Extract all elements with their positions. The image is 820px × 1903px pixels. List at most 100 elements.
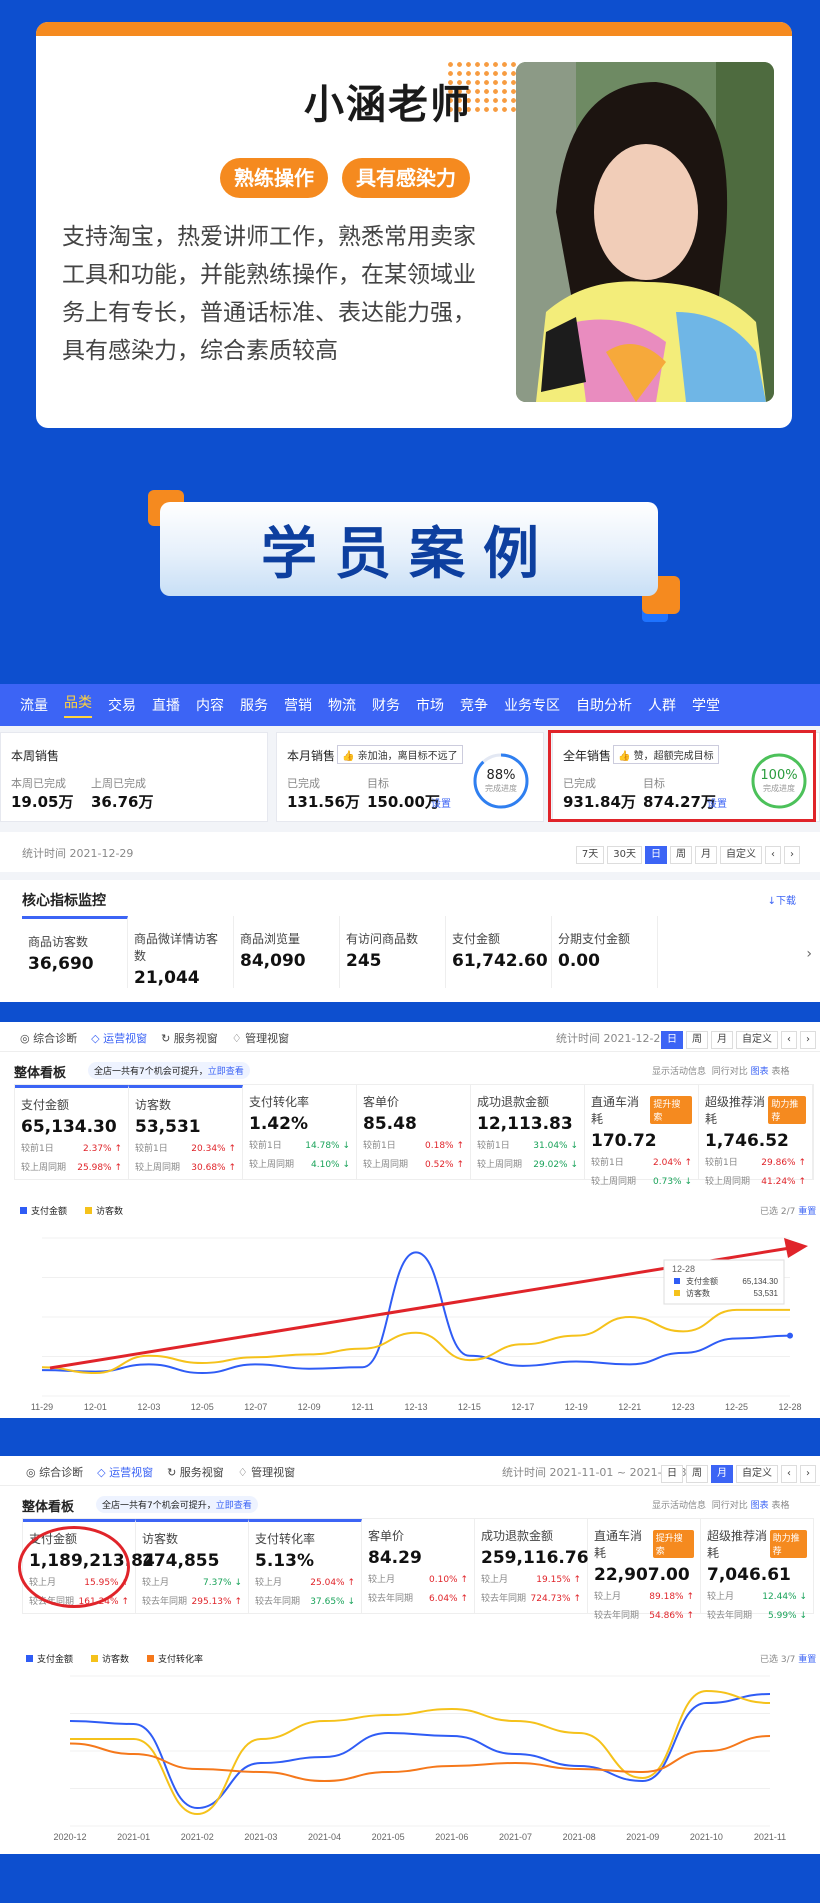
range-button[interactable]: 日 [645, 846, 667, 864]
nav-item[interactable]: 服务 [240, 695, 268, 715]
kpi-card[interactable]: 超级推荐消耗 助力推荐 7,046.61 较上月 12.44% ↓ 较去年同期 5.99% … [701, 1519, 814, 1621]
kpi-card[interactable]: 直通车消耗 提升搜索 22,907.00 较上月 89.18% ↑ 较去年同期 54.86%… [588, 1519, 701, 1621]
kpi-chip[interactable]: 提升搜索 [650, 1096, 692, 1124]
compare-value: 2.04% ↑ [653, 1158, 692, 1168]
teacher-description: 支持淘宝，热爱讲师工作，熟悉常用卖家工具和功能，并能熟练操作，在某领域业务上有专… [62, 224, 476, 364]
chevron-right-icon[interactable]: › [800, 1031, 816, 1049]
metric-value: 0.00 [558, 951, 600, 971]
nav-item[interactable]: 营销 [284, 695, 312, 715]
range-button[interactable]: 月 [711, 1465, 733, 1483]
legend-item[interactable]: 支付金额 [20, 1207, 67, 1217]
view-tab[interactable]: ↻ 服务视窗 [161, 1030, 218, 1046]
kpi-card[interactable]: 客单价 84.29 较上月 0.10% ↑ 较去年同期 6.04% ↑ [362, 1519, 475, 1613]
peer-compare-toggle[interactable]: 同行对比 [712, 1067, 748, 1077]
view-tab[interactable]: ◇ 运营视窗 [97, 1464, 153, 1480]
hint-link[interactable]: 立即查看 [208, 1067, 244, 1077]
range-button[interactable]: 日 [661, 1465, 683, 1483]
reset-link[interactable]: 重置 [798, 1655, 816, 1665]
nav-item[interactable]: 物流 [328, 695, 356, 715]
nav-item[interactable]: 流量 [20, 695, 48, 715]
chevron-right-icon[interactable]: › [784, 846, 800, 864]
kpi-card[interactable]: 支付转化率 1.42% 较前1日 14.78% ↓ 较上周同期 4.10% ↓ [243, 1085, 357, 1179]
monthly-trend-chart: 2020-12 2021-01 2021-02 2021-03 2021-04 2021-… [53, 1675, 786, 1842]
daily-trend-chart: 11-29 12-01 12-03 12-05 12-07 12-09 12-11 12-13… [31, 1237, 808, 1412]
kpi-card[interactable]: 客单价 85.48 较前1日 0.18% ↑ 较上周同期 0.52% ↑ [357, 1085, 471, 1179]
kpi-chip[interactable]: 助力推荐 [768, 1096, 806, 1124]
chevron-right-icon[interactable]: › [806, 946, 812, 962]
chart-view-toggle[interactable]: 图表 [751, 1501, 769, 1511]
kpi-card[interactable]: 成功退款金额 259,116.76 较上月 19.15% ↑ 较去年同期 724.73% … [475, 1519, 589, 1613]
kpi-chip[interactable]: 提升搜索 [652, 1530, 694, 1558]
view-tab[interactable]: ♢ 管理视窗 [232, 1030, 289, 1046]
view-tab[interactable]: ◇ 运营视窗 [91, 1030, 147, 1046]
range-button[interactable]: 月 [695, 846, 717, 864]
kpi-card[interactable]: 访客数 53,531 较前1日 20.34% ↑ 较上周同期 30.68% ↑ [129, 1085, 243, 1179]
nav-item[interactable]: 直播 [152, 695, 180, 715]
nav-item[interactable]: 品类 [64, 692, 92, 718]
view-tab[interactable]: ♢ 管理视窗 [238, 1464, 295, 1480]
nav-item[interactable]: 人群 [648, 695, 676, 715]
metric-card[interactable]: 商品访客数 36,690 [22, 916, 128, 988]
range-button[interactable]: 7天 [575, 846, 605, 864]
view-tab[interactable]: ◎ 综合诊断 [26, 1464, 83, 1480]
range-button[interactable]: 自定义 [736, 1465, 778, 1483]
nav-item[interactable]: 财务 [372, 695, 400, 715]
nav-item[interactable]: 交易 [108, 695, 136, 715]
range-button[interactable]: 自定义 [720, 846, 762, 864]
kpi-card[interactable]: 访客数 274,855 较上月 7.37% ↓ 较去年同期 295.13% ↑ [136, 1519, 249, 1613]
kpi-card[interactable]: 支付金额 65,134.30 较前1日 2.37% ↑ 较上周同期 25.98% ↑ [15, 1085, 129, 1179]
nav-item[interactable]: 内容 [196, 695, 224, 715]
legend-label: 支付金额 [37, 1655, 74, 1665]
legend-item[interactable]: 支付转化率 [147, 1655, 203, 1665]
metric-card[interactable]: 商品微详情访客数 21,044 [128, 916, 234, 988]
range-button[interactable]: 自定义 [736, 1031, 778, 1049]
show-activity-toggle[interactable]: 显示活动信息 [652, 1501, 706, 1511]
range-button[interactable]: 日 [661, 1031, 683, 1049]
metric-card[interactable]: 商品浏览量 84,090 [234, 916, 340, 988]
range-button[interactable]: 周 [686, 1465, 708, 1483]
nav-item[interactable]: 业务专区 [504, 695, 560, 715]
compare-value: 54.86% ↑ [649, 1611, 694, 1621]
nav-item[interactable]: 市场 [416, 695, 444, 715]
month-progress-ring: 88% 完成进度 [471, 751, 531, 811]
metric-card[interactable]: 有访问商品数 245 [340, 916, 446, 988]
kpi-compare: 较前1日 29.86% ↑ [705, 1157, 806, 1170]
legend-label: 支付转化率 [158, 1655, 204, 1665]
nav-item[interactable]: 自助分析 [576, 695, 632, 715]
kpi-row: 支付金额 1,189,213.84 较上月 15.95% ↑ 较去年同期 161.24% … [22, 1518, 814, 1621]
tab-icon: ◎ [20, 1032, 34, 1045]
kpi-card[interactable]: 支付转化率 5.13% 较上月 25.04% ↑ 较去年同期 37.65% ↓ [249, 1519, 362, 1613]
chevron-left-icon[interactable]: ‹ [781, 1465, 797, 1483]
kpi-card[interactable]: 成功退款金额 12,113.83 较前1日 31.04% ↓ 较上周同期 29.02% ↓ [471, 1085, 585, 1179]
set-target-link[interactable]: 设置 [431, 795, 451, 810]
metric-row: 商品访客数 36,690 商品微详情访客数 21,044 商品浏览量 84,090 有访问商… [22, 916, 802, 988]
show-activity-toggle[interactable]: 显示活动信息 [652, 1067, 706, 1077]
nav-item[interactable]: 学堂 [692, 695, 720, 715]
table-view-toggle[interactable]: 表格 [772, 1501, 790, 1511]
legend-item[interactable]: 支付金额 [26, 1655, 73, 1665]
metric-card[interactable]: 支付金额 61,742.60 [446, 916, 552, 988]
range-button[interactable]: 月 [711, 1031, 733, 1049]
range-button[interactable]: 30天 [607, 846, 642, 864]
kpi-card[interactable]: 超级推荐消耗 助力推荐 1,746.52 较前1日 29.86% ↑ 较上周同期 41.24… [699, 1085, 813, 1187]
chart-view-toggle[interactable]: 图表 [751, 1067, 769, 1077]
legend-item[interactable]: 访客数 [85, 1207, 123, 1217]
hint-link[interactable]: 立即查看 [216, 1501, 252, 1511]
view-tab[interactable]: ↻ 服务视窗 [167, 1464, 224, 1480]
range-button[interactable]: 周 [686, 1031, 708, 1049]
metric-card[interactable]: 分期支付金额 0.00 [552, 916, 658, 988]
chevron-left-icon[interactable]: ‹ [781, 1031, 797, 1049]
range-button[interactable]: 周 [670, 846, 692, 864]
table-view-toggle[interactable]: 表格 [772, 1067, 790, 1077]
kpi-card[interactable]: 直通车消耗 提升搜索 170.72 较前1日 2.04% ↑ 较上周同期 0.73% ↓ [585, 1085, 699, 1187]
chevron-right-icon[interactable]: › [800, 1465, 816, 1483]
view-tab[interactable]: ◎ 综合诊断 [20, 1030, 77, 1046]
chevron-left-icon[interactable]: ‹ [765, 846, 781, 864]
nav-item[interactable]: 竞争 [460, 695, 488, 715]
reset-link[interactable]: 重置 [798, 1207, 816, 1217]
kpi-chip[interactable]: 助力推荐 [769, 1530, 807, 1558]
download-link[interactable]: ↓下载 [768, 892, 796, 907]
series-line [41, 1308, 790, 1375]
legend-item[interactable]: 访客数 [91, 1655, 129, 1665]
peer-compare-toggle[interactable]: 同行对比 [712, 1501, 748, 1511]
